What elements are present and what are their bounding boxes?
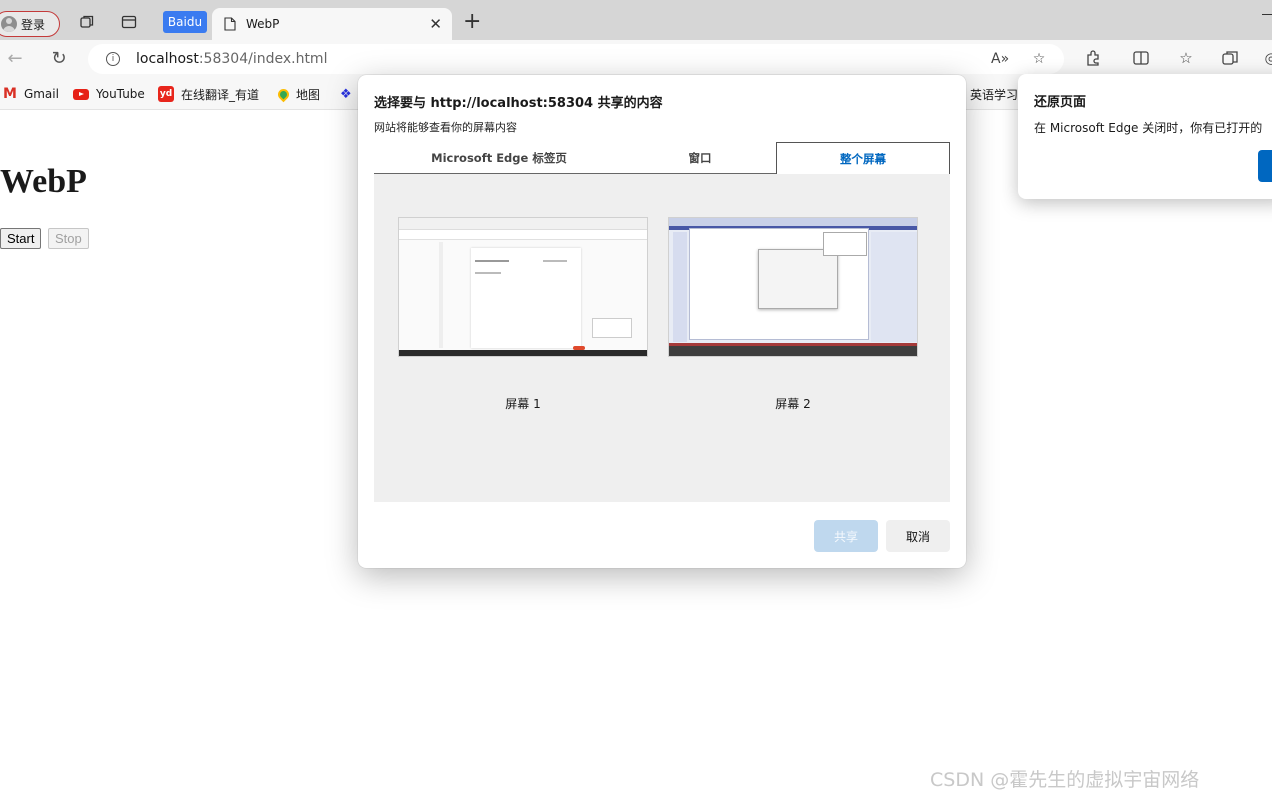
restore-text: 在 Microsoft Edge 关闭时，你有已打开的 [1034,121,1263,135]
url-host: localhost [136,51,199,67]
profile-button[interactable]: 登录 [0,11,60,37]
dialog-title: 选择要与 http://localhost:58304 共享的内容 [374,96,663,111]
screen-option-2[interactable]: 屏幕 2 [668,217,918,412]
bookmark-youdao[interactable]: yd 在线翻译_有道 [158,86,259,102]
start-button[interactable]: Start [0,228,42,249]
share-button[interactable]: 共享 [814,520,878,552]
favorites-icon[interactable]: ☆ [1177,49,1195,67]
back-icon[interactable]: ← [5,49,25,69]
tab-webp[interactable]: WebP ✕ [212,8,452,40]
site-info-icon[interactable]: i [106,52,120,66]
page-title: WebP [0,163,87,200]
bookmark-label: Gmail [23,87,59,101]
tab-baidu[interactable]: Baidu [163,11,207,33]
bookmark-label: YouTube [96,87,145,101]
bookmark-label: 在线翻译_有道 [181,87,260,102]
screen-list: 屏幕 1 屏幕 2 [374,174,950,502]
minimize-icon[interactable] [1262,14,1272,15]
close-tab-icon[interactable]: ✕ [429,16,442,32]
avatar-icon [1,16,17,32]
restore-pages-popup: 还原页面 在 Microsoft Edge 关闭时，你有已打开的 [1018,74,1272,199]
workspaces-icon[interactable] [79,14,95,30]
cancel-button[interactable]: 取消 [886,520,950,552]
tab-baidu-label: Baidu [167,15,203,29]
maps-pin-icon [275,86,292,102]
bookmark-gmail[interactable]: M Gmail [3,86,59,102]
refresh-icon[interactable]: ↻ [49,49,69,69]
tab-edge-tabs[interactable]: Microsoft Edge 标签页 [374,142,624,173]
gmail-icon: M [3,86,17,102]
screen-1-label: 屏幕 1 [505,397,541,411]
favorite-star-icon[interactable]: ☆ [1031,51,1047,67]
tab-title: WebP [246,17,280,31]
bookmark-label: 地图 [296,87,321,102]
new-tab-icon[interactable]: + [463,10,481,34]
tab-window[interactable]: 窗口 [624,142,776,173]
address-bar[interactable]: i localhost:58304/index.html A» ☆ [88,44,1064,74]
copilot-icon[interactable]: ◎ [1262,49,1272,67]
baidu-paw-icon: ❖ [340,86,352,102]
dialog-subtitle: 网站将能够查看你的屏幕内容 [374,121,517,134]
bookmark-label: 英语学习 [970,87,1019,102]
extensions-icon[interactable] [1084,49,1102,67]
profile-label: 登录 [21,17,46,32]
bookmark-english[interactable]: 英语学习 [970,86,1018,102]
url-path: :58304/index.html [198,51,328,67]
youtube-icon [73,88,89,100]
bookmark-maps[interactable]: 地图 [275,86,321,102]
screen-2-label: 屏幕 2 [775,397,811,411]
restore-button[interactable] [1258,150,1272,182]
read-aloud-icon[interactable]: A» [991,51,1009,67]
stop-button[interactable]: Stop [48,228,89,249]
tab-entire-screen[interactable]: 整个屏幕 [776,142,950,174]
screen-option-1[interactable]: 屏幕 1 [398,217,648,412]
screen-2-thumbnail [668,217,918,357]
browser-tab-strip: 登录 Baidu WebP ✕ + [0,0,1272,40]
page-icon [224,17,236,31]
screen-1-thumbnail [398,217,648,357]
bookmark-baidu[interactable]: ❖ [340,86,352,102]
split-screen-icon[interactable] [1132,49,1150,67]
bookmark-youtube[interactable]: YouTube [73,86,145,102]
restore-title: 还原页面 [1034,95,1087,110]
browser-toolbar: ← ↻ i localhost:58304/index.html A» ☆ ☆ … [0,40,1272,78]
screen-share-dialog: 选择要与 http://localhost:58304 共享的内容 网站将能够查… [358,75,966,568]
watermark: CSDN @霍先生的虚拟宇宙网络 [930,769,1200,791]
collections-icon[interactable] [1221,49,1239,67]
share-source-tabs: Microsoft Edge 标签页 窗口 整个屏幕 [374,142,950,174]
tab-actions-icon[interactable] [121,14,137,30]
youdao-icon: yd [158,86,174,102]
